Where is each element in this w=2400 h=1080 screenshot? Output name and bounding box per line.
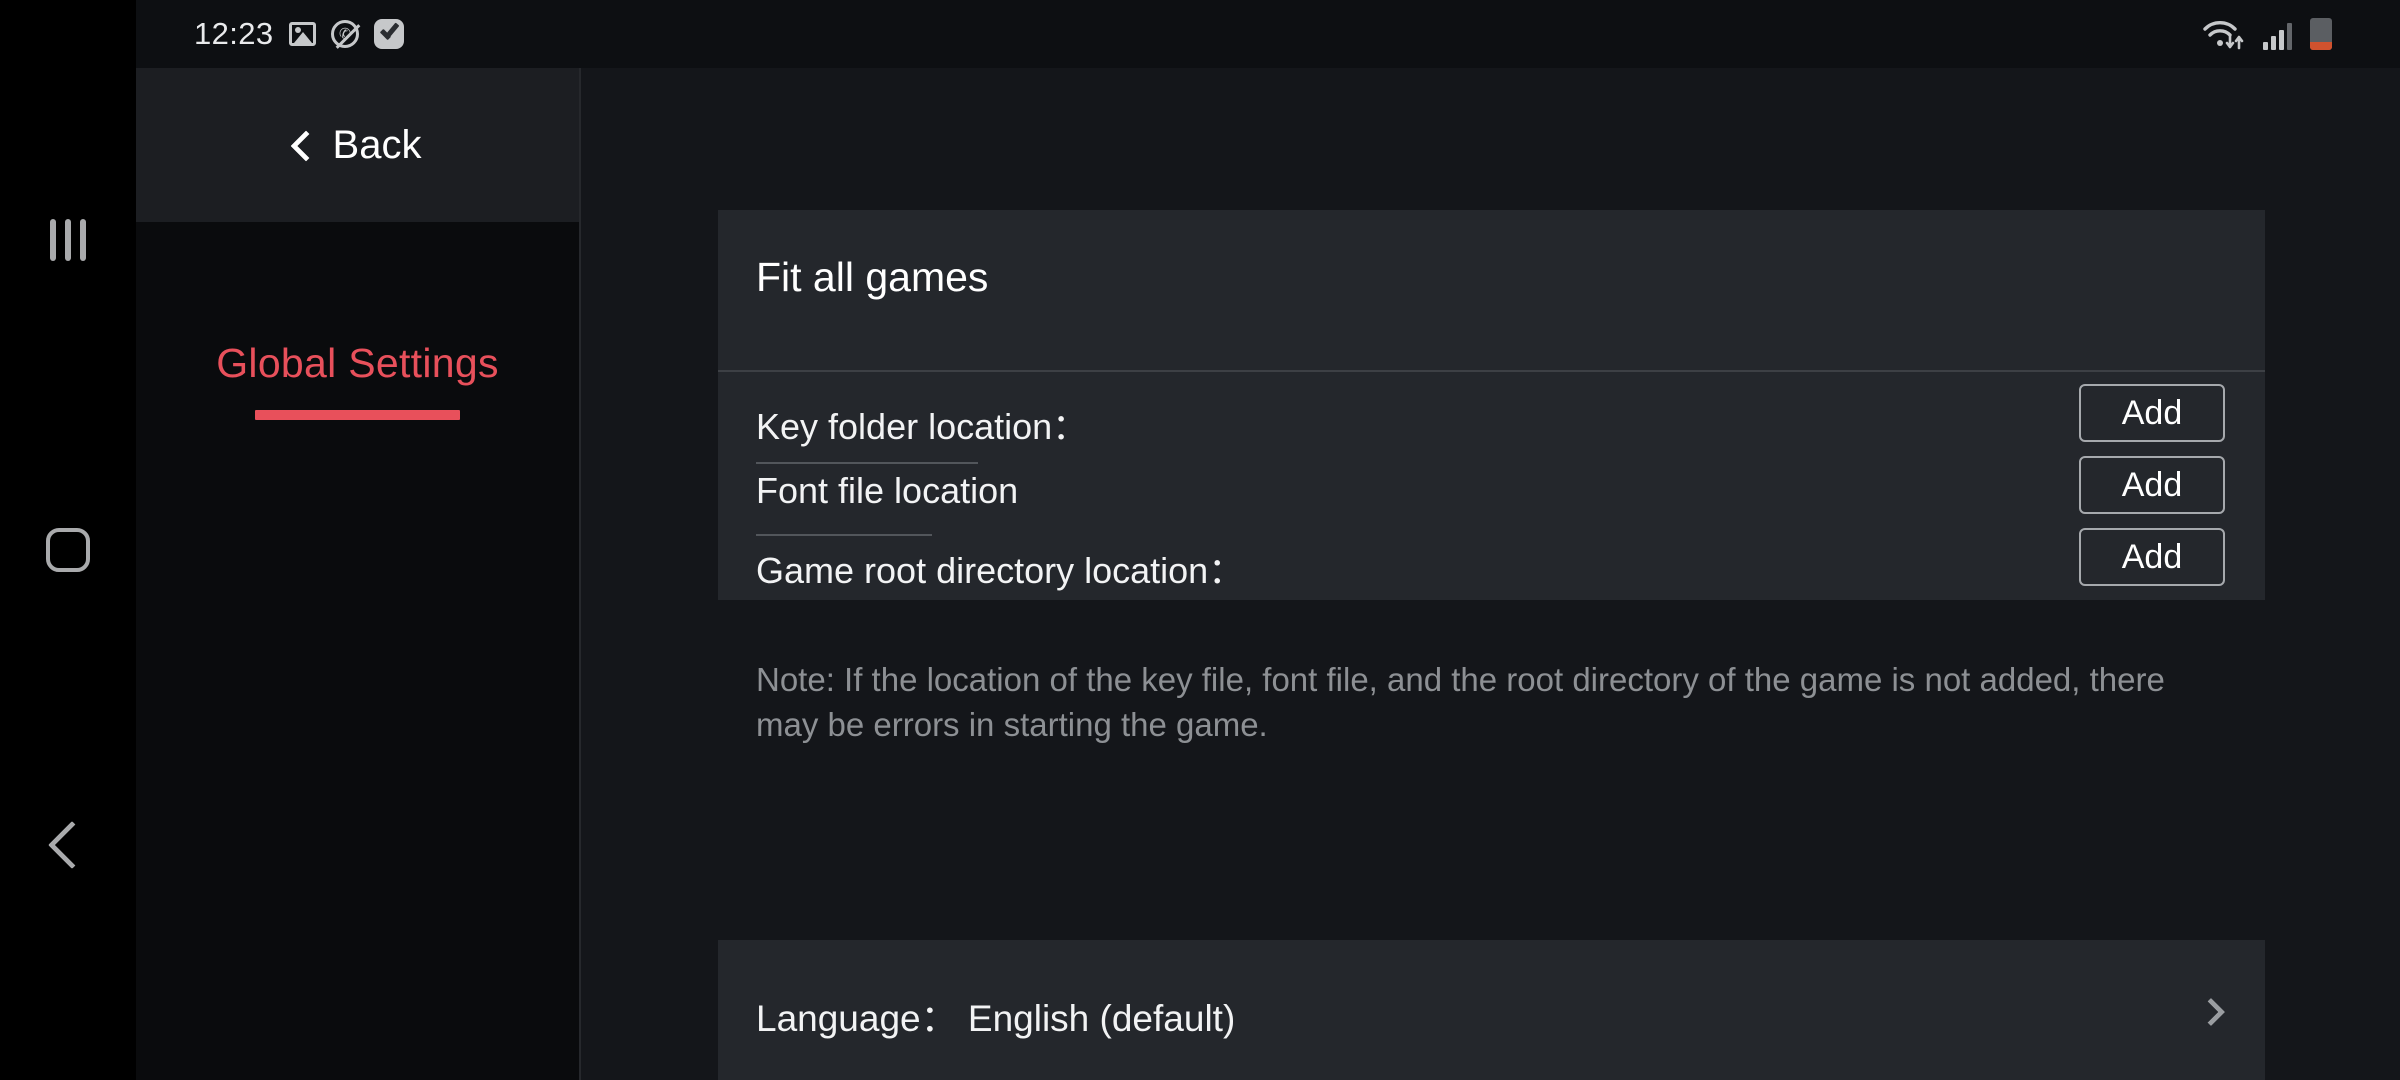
card-title-divider <box>718 370 2265 372</box>
add-game-root-button[interactable]: Add <box>2079 528 2225 586</box>
recents-icon <box>50 219 86 261</box>
language-row[interactable]: Language： English (default) <box>718 940 2265 1080</box>
status-bar: 12:23 <box>136 0 2400 68</box>
nav-back-button[interactable] <box>0 800 136 890</box>
back-button[interactable]: Back <box>136 68 580 222</box>
chevron-left-icon <box>47 820 97 870</box>
chevron-right-icon[interactable] <box>2196 997 2226 1027</box>
task-check-icon <box>373 19 404 49</box>
sidebar: Global Settings <box>136 222 579 1080</box>
nav-recents-button[interactable] <box>0 195 136 285</box>
call-blocked-icon <box>330 20 359 48</box>
chevron-left-icon <box>289 130 322 162</box>
screen-root: 12:23 Back Global Setti <box>0 0 2400 1080</box>
setting-label: Game root directory location： <box>756 550 1245 591</box>
sidebar-item-global-settings[interactable]: Global Settings <box>136 340 579 420</box>
status-clock: 12:23 <box>194 16 274 51</box>
setting-label: Key folder location： <box>756 406 1089 447</box>
setting-label: Font file location <box>756 470 1019 511</box>
wifi-icon <box>2203 20 2245 50</box>
cellular-signal-icon <box>2263 22 2292 50</box>
sidebar-item-label: Global Settings <box>216 340 499 386</box>
language-label: Language： English (default) <box>756 988 1235 1042</box>
android-navigation-bar <box>0 0 136 1080</box>
nav-home-button[interactable] <box>0 505 136 595</box>
battery-icon <box>2310 18 2332 50</box>
main-content: Fit all games Key folder location： Add F… <box>581 68 2400 1080</box>
status-bar-left: 12:23 <box>194 16 404 52</box>
home-icon <box>46 528 90 572</box>
card-title: Fit all games <box>756 254 989 300</box>
setting-row-game-root: Game root directory location： Add <box>718 528 2265 628</box>
sidebar-active-indicator <box>255 410 460 420</box>
status-bar-right <box>2203 18 2332 50</box>
image-icon <box>288 22 316 46</box>
back-button-label: Back <box>332 122 422 167</box>
language-value: English (default) <box>967 998 1236 1039</box>
add-font-file-button[interactable]: Add <box>2079 456 2225 514</box>
card-fit-all-games: Fit all games Key folder location： Add F… <box>718 210 2265 600</box>
language-key: Language： <box>756 998 958 1039</box>
card-language: Language： English (default) <box>718 940 2265 1080</box>
note-text: Note: If the location of the key file, f… <box>756 661 2165 743</box>
add-key-folder-button[interactable]: Add <box>2079 384 2225 442</box>
